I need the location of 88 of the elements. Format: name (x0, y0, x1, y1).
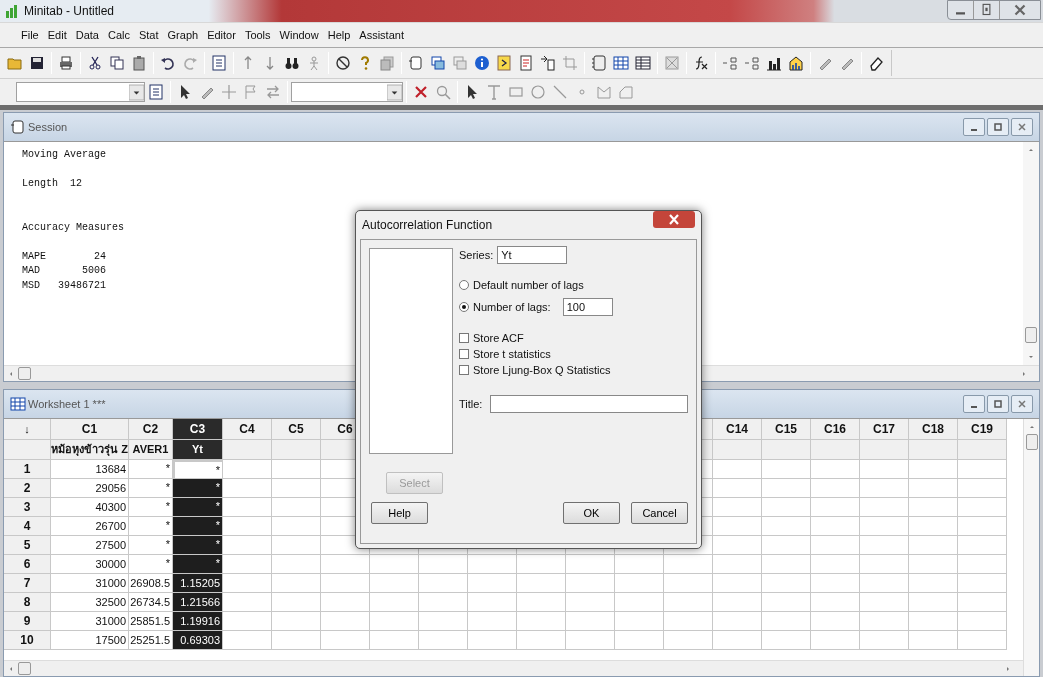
checkbox-label: Store t statistics (473, 346, 551, 362)
menu-item[interactable]: Calc (106, 26, 131, 44)
dialog-button[interactable]: Cancel (631, 502, 688, 524)
radio-label: Default number of lags (473, 277, 584, 293)
column-header[interactable]: C16 (811, 419, 860, 440)
row-header[interactable]: 5 (4, 536, 51, 555)
dialog-button[interactable]: Help (371, 502, 428, 524)
column-header[interactable]: C1 (51, 419, 129, 440)
table-cell: 17500 (51, 631, 129, 650)
row-header[interactable]: 3 (4, 498, 51, 517)
column-header[interactable]: C2 (129, 419, 173, 440)
field-label: Title: (459, 396, 483, 412)
menu-item[interactable]: Editor (206, 26, 237, 44)
input-field[interactable]: Yt (497, 246, 568, 264)
session-text-line: MAPE 24 (22, 249, 106, 264)
table-cell: 26734.5 (129, 593, 173, 612)
table-cell: 25251.5 (129, 631, 173, 650)
menu-item[interactable]: Window (278, 26, 320, 44)
menu-item[interactable]: Graph (166, 26, 200, 44)
session-text-line: Moving Average (22, 148, 106, 162)
menu-item[interactable]: Tools (243, 26, 272, 44)
table-cell: * (173, 555, 223, 574)
table-cell: 40300 (51, 498, 129, 517)
table-cell: 1.15205 (173, 574, 223, 593)
session-text-line: MSD 39486721 (22, 278, 106, 293)
checkbox-label: Store Ljung-Box Q Statistics (473, 362, 611, 378)
session-text-line: MAD 5006 (22, 264, 106, 278)
column-header[interactable]: C18 (909, 419, 958, 440)
column-header[interactable]: C15 (762, 419, 811, 440)
row-header[interactable]: 8 (4, 593, 51, 612)
table-cell: * (129, 536, 173, 555)
row-header[interactable]: 6 (4, 555, 51, 574)
table-cell: 30000 (51, 555, 129, 574)
menu-item[interactable]: Data (74, 26, 100, 44)
radio-label: Number of lags: (473, 299, 551, 315)
row-header[interactable]: 7 (4, 574, 51, 593)
row-header[interactable]: 9 (4, 612, 51, 631)
field-label: Series: (459, 247, 494, 263)
session-text-line: Length 12 (22, 177, 82, 191)
column-header[interactable]: C4 (223, 419, 272, 440)
table-cell: 25851.5 (129, 612, 173, 631)
row-header[interactable]: 10 (4, 631, 51, 650)
column-name-cell[interactable]: Yt (173, 440, 223, 460)
table-cell: 27500 (51, 536, 129, 555)
column-header[interactable]: C19 (958, 419, 1007, 440)
table-cell: * (173, 479, 223, 498)
row-header[interactable]: 1 (4, 460, 51, 479)
table-cell: 0.69303 (173, 631, 223, 650)
table-cell: 32500 (51, 593, 129, 612)
window-title: Minitab - Untitled (24, 3, 115, 20)
table-cell: * (129, 479, 173, 498)
column-header[interactable]: C3 (173, 419, 223, 440)
table-cell: 31000 (51, 612, 129, 631)
menu-item[interactable]: Assistant (358, 26, 405, 44)
column-header[interactable]: C17 (860, 419, 909, 440)
table-cell: 31000 (51, 574, 129, 593)
table-cell: * (173, 498, 223, 517)
table-cell: * (129, 555, 173, 574)
table-cell: 26908.5 (129, 574, 173, 593)
row-header[interactable]: 4 (4, 517, 51, 536)
table-cell: * (129, 517, 173, 536)
menu-item[interactable]: Help (326, 26, 352, 44)
menu-item[interactable]: File (20, 26, 40, 44)
table-cell: 29056 (51, 479, 129, 498)
checkbox-label: Store ACF (473, 330, 524, 346)
table-cell: * (129, 498, 173, 517)
row-header[interactable]: 2 (4, 479, 51, 498)
dialog-title: Autocorrelation Function (362, 217, 493, 234)
column-name-cell[interactable]: หม้อหุงข้าวรุ่น Z (51, 440, 129, 460)
table-cell: * (173, 517, 223, 536)
table-cell: * (173, 460, 223, 479)
table-cell: 13684 (51, 460, 129, 479)
menu-item[interactable]: Edit (46, 26, 68, 44)
table-cell: * (173, 536, 223, 555)
session-text-line: Accuracy Measures (22, 220, 125, 235)
table-cell: 1.21566 (173, 593, 223, 612)
window-title: Worksheet 1 *** (28, 396, 106, 412)
column-name-cell[interactable]: AVER1 (129, 440, 173, 460)
column-header[interactable]: C14 (713, 419, 762, 440)
table-cell: 1.19916 (173, 612, 223, 631)
window-title: Session (28, 119, 68, 135)
table-cell: 26700 (51, 517, 129, 536)
dialog-button[interactable]: OK (563, 502, 620, 524)
table-cell: * (129, 460, 173, 479)
input-field[interactable]: 100 (562, 298, 613, 316)
column-header: ↓ (4, 419, 51, 440)
column-header[interactable]: C5 (272, 419, 321, 440)
menu-item[interactable]: Stat (137, 26, 160, 44)
